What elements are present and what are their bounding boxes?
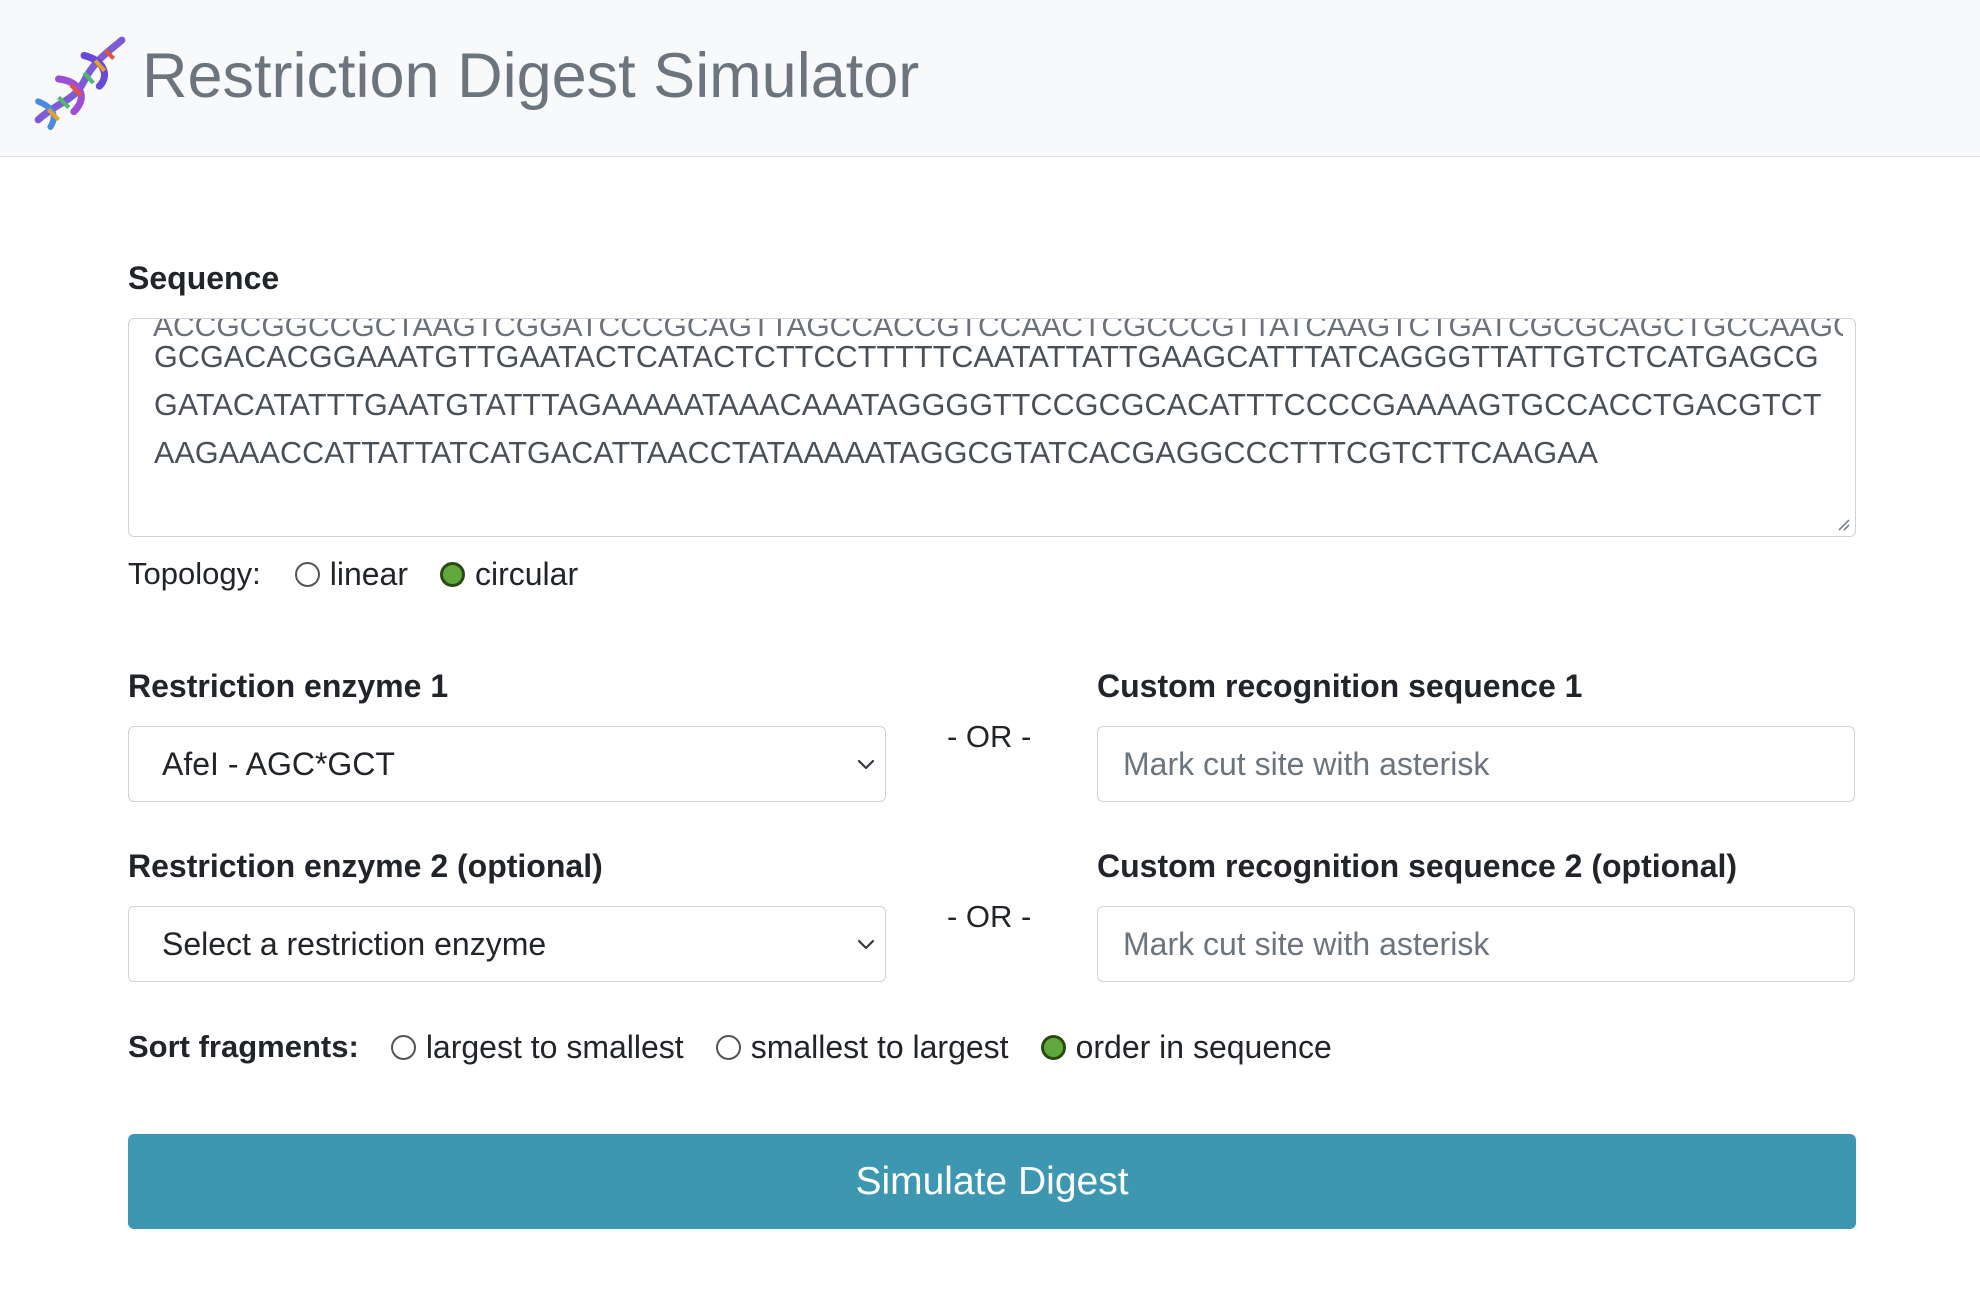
radio-button[interactable] — [294, 561, 320, 587]
sequence-textarea[interactable]: ACCGCGGCCGCTAAGTCGGATCCCGCAGTTAGCCACCGTC… — [128, 318, 1856, 537]
simulate-digest-label: Simulate Digest — [855, 1160, 1129, 1203]
top-navbar: Restriction Digest Simulator — [0, 0, 1980, 157]
or-divider: - OR - — [947, 719, 1032, 754]
enzyme2-select[interactable]: Select a restriction enzyme — [128, 906, 886, 982]
simulate-digest-button[interactable]: Simulate Digest — [128, 1134, 1856, 1229]
enzyme1-selected-value: AfeI - AGC*GCT — [162, 746, 395, 782]
radio-button-checked[interactable] — [439, 561, 465, 587]
radio-label: smallest to largest — [750, 1029, 1009, 1065]
radio-label: order in sequence — [1075, 1029, 1332, 1065]
topology-circular-option[interactable]: circular — [439, 554, 579, 594]
sort-order-option[interactable]: order in sequence — [1040, 1027, 1332, 1067]
or-divider: - OR - — [947, 899, 1032, 934]
enzyme1-select[interactable]: AfeI - AGC*GCT — [128, 726, 886, 802]
radio-label: circular — [474, 556, 579, 592]
chevron-down-icon — [857, 939, 875, 950]
sequence-line: GCGACACGGAAATGTTGAATACTCATACTCTTCCTTTTTC… — [154, 340, 1819, 374]
custom-seq2-placeholder: Mark cut site with asterisk — [1123, 926, 1490, 962]
radio-button[interactable] — [715, 1034, 741, 1060]
chevron-down-icon — [857, 759, 875, 770]
custom-seq2-label: Custom recognition sequence 2 (optional) — [1097, 848, 1738, 884]
sort-smallest-option[interactable]: smallest to largest — [715, 1027, 1009, 1067]
topology-group: Topology: linear circular — [128, 554, 578, 594]
sort-group: Sort fragments: largest to smallest smal… — [128, 1027, 1332, 1067]
sequence-line: GATACATATTTGAATGTATTTAGAAAAATAAACAAATAGG… — [154, 388, 1822, 422]
custom-seq1-input[interactable]: Mark cut site with asterisk — [1097, 726, 1855, 802]
custom-seq1-placeholder: Mark cut site with asterisk — [1123, 746, 1490, 782]
enzyme1-label: Restriction enzyme 1 — [128, 668, 449, 704]
sequence-line: AAGAAACCATTATTATCATGACATTAACCTATAAAAATAG… — [154, 436, 1599, 470]
custom-seq2-input[interactable]: Mark cut site with asterisk — [1097, 906, 1855, 982]
radio-button-checked[interactable] — [1040, 1034, 1066, 1060]
sequence-label: Sequence — [128, 260, 280, 296]
app-title: Restriction Digest Simulator — [142, 41, 920, 111]
sort-largest-option[interactable]: largest to smallest — [390, 1027, 684, 1067]
topology-linear-option[interactable]: linear — [294, 554, 408, 594]
enzyme2-label: Restriction enzyme 2 (optional) — [128, 848, 603, 884]
custom-seq1-label: Custom recognition sequence 1 — [1097, 668, 1583, 704]
enzyme2-selected-value: Select a restriction enzyme — [162, 926, 547, 962]
sort-label: Sort fragments: — [128, 1029, 359, 1064]
radio-button[interactable] — [390, 1034, 416, 1060]
resize-handle-icon[interactable] — [1835, 516, 1851, 532]
radio-label: largest to smallest — [425, 1029, 684, 1065]
topology-label: Topology: — [128, 556, 261, 591]
radio-label: linear — [329, 556, 408, 592]
dna-helix-icon — [34, 36, 126, 130]
